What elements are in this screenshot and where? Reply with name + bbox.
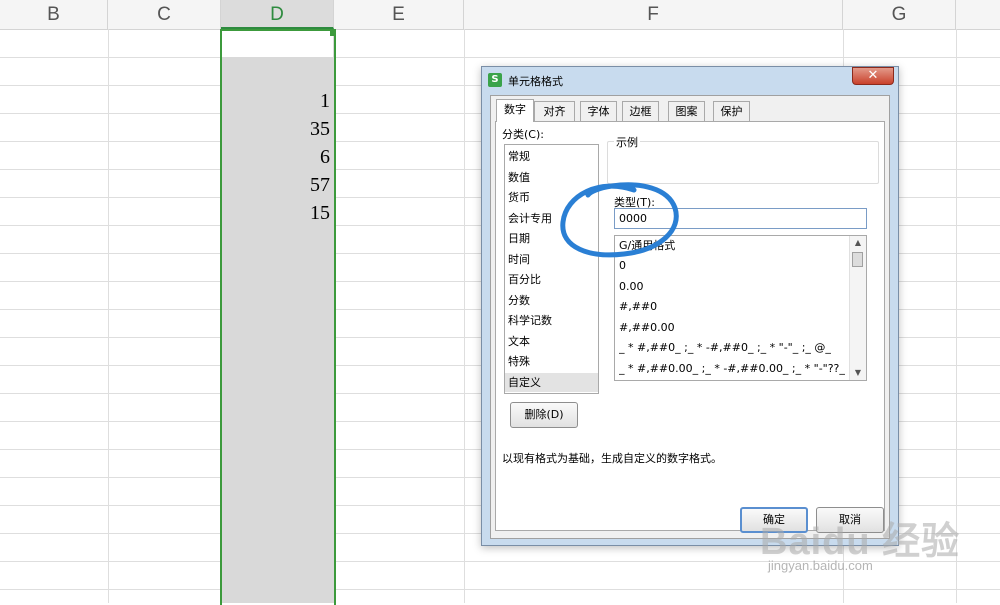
category-item[interactable]: 日期: [505, 229, 598, 248]
column-header-d[interactable]: D: [221, 0, 334, 29]
tab-alignment[interactable]: 对齐: [534, 101, 575, 121]
format-item[interactable]: #,##0: [619, 297, 854, 317]
tab-font[interactable]: 字体: [580, 101, 617, 121]
grid-line: [956, 29, 957, 603]
category-item[interactable]: 百分比: [505, 270, 598, 289]
ok-button[interactable]: 确定: [740, 507, 808, 533]
tab-pattern[interactable]: 图案: [668, 101, 705, 121]
scroll-thumb[interactable]: [852, 252, 863, 267]
dialog-title: 单元格格式: [508, 75, 563, 88]
column-header-e[interactable]: E: [334, 0, 464, 29]
format-item[interactable]: _ * #,##0.00_ ;_ * -#,##0.00_ ;_ * "-"??…: [619, 359, 854, 379]
format-code-list[interactable]: G/通用格式 0 0.00 #,##0 #,##0.00 _ * #,##0_ …: [614, 235, 867, 381]
grid-line: [464, 29, 465, 603]
category-item-selected[interactable]: 自定义: [505, 373, 598, 392]
format-cells-dialog: S 单元格格式 ✕ 数字 对齐 字体 边框 图案 保护 分类(C): 常规 数值…: [481, 66, 899, 546]
grid-line: [0, 57, 1000, 58]
category-item[interactable]: 分数: [505, 291, 598, 310]
format-item[interactable]: 0: [619, 256, 854, 276]
sample-label: 示例: [614, 134, 640, 150]
column-header-g[interactable]: G: [843, 0, 956, 29]
cancel-button[interactable]: 取消: [816, 507, 884, 533]
number-tab-panel: 分类(C): 常规 数值 货币 会计专用 日期 时间 百分比 分数 科学记数 文…: [495, 121, 885, 531]
hint-text: 以现有格式为基础，生成自定义的数字格式。: [502, 452, 722, 465]
category-item[interactable]: 特殊: [505, 352, 598, 371]
category-list[interactable]: 常规 数值 货币 会计专用 日期 时间 百分比 分数 科学记数 文本 特殊 自定…: [504, 144, 599, 394]
grid-line: [108, 29, 109, 603]
fill-handle[interactable]: [330, 31, 335, 36]
scroll-down-icon[interactable]: ▼: [850, 366, 866, 380]
sample-group: 示例: [607, 134, 879, 184]
dialog-client: 数字 对齐 字体 边框 图案 保护 分类(C): 常规 数值 货币 会计专用 日…: [490, 95, 890, 539]
category-item[interactable]: 时间: [505, 250, 598, 269]
delete-button[interactable]: 删除(D): [510, 402, 578, 428]
scroll-up-icon[interactable]: ▲: [850, 236, 866, 250]
format-item[interactable]: G/通用格式: [619, 236, 854, 256]
close-button[interactable]: ✕: [852, 67, 894, 85]
tab-protection[interactable]: 保护: [713, 101, 750, 121]
format-item[interactable]: _ * #,##0_ ;_ * -#,##0_ ;_ * "-"_ ;_ @_: [619, 338, 854, 358]
tab-number[interactable]: 数字: [496, 99, 534, 122]
category-item[interactable]: 常规: [505, 147, 598, 166]
format-item[interactable]: 0.00: [619, 277, 854, 297]
column-header-b[interactable]: B: [0, 0, 108, 29]
dialog-titlebar[interactable]: S 单元格格式 ✕: [482, 67, 898, 93]
column-header-f[interactable]: F: [464, 0, 843, 29]
category-item[interactable]: 货币: [505, 188, 598, 207]
column-header-c[interactable]: C: [108, 0, 221, 29]
category-item[interactable]: 数值: [505, 168, 598, 187]
grid-line: [0, 561, 1000, 562]
grid-line: [0, 589, 1000, 590]
type-input[interactable]: 0000: [614, 208, 867, 229]
format-list-scrollbar[interactable]: ▲ ▼: [849, 236, 866, 380]
close-icon: ✕: [867, 68, 879, 83]
category-item[interactable]: 会计专用: [505, 209, 598, 228]
tab-border[interactable]: 边框: [622, 101, 659, 121]
wps-app-icon: S: [488, 73, 502, 87]
format-item[interactable]: #,##0.00: [619, 318, 854, 338]
category-item[interactable]: 文本: [505, 332, 598, 351]
category-label: 分类(C):: [502, 128, 544, 141]
column-header-row: B C D E F G: [0, 0, 1000, 30]
selection-border: [220, 29, 336, 605]
category-item[interactable]: 科学记数: [505, 311, 598, 330]
